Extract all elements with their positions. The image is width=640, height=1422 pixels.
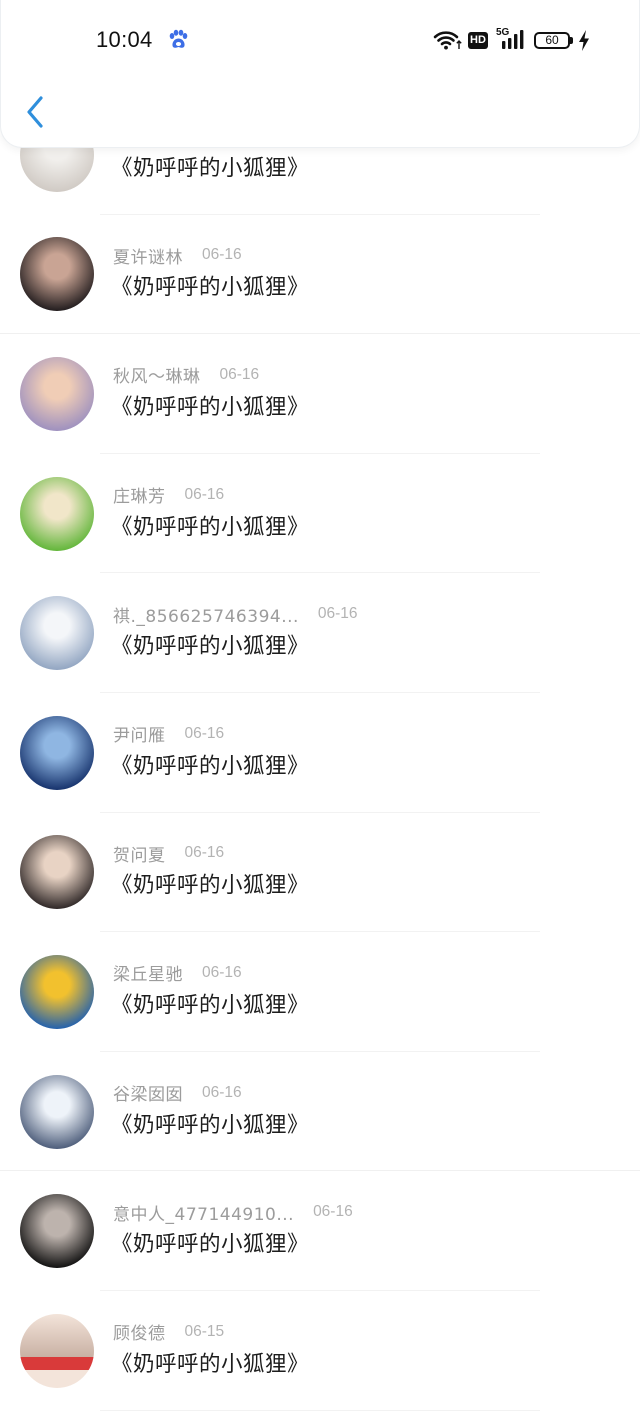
list-item[interactable]: 意中人_477144910... 06-16 《奶呼呼的小狐狸》: [0, 1171, 640, 1291]
work-title[interactable]: 《奶呼呼的小狐狸》: [111, 1231, 309, 1259]
screen: 10:04 HD 5G 60 《奶呼呼的小狐狸》 夏许谜林 06-16 《奶呼呼…: [0, 0, 640, 1422]
list-item[interactable]: 尹问雁 06-16 《奶呼呼的小狐狸》: [0, 693, 640, 813]
post-date: 06-16: [219, 365, 260, 383]
name-row: 谷梁囡囡 06-16: [113, 1082, 242, 1106]
name-row: 庄琳芳 06-16: [113, 484, 225, 508]
wifi-icon: [433, 31, 462, 50]
user-name: 庄琳芳: [113, 487, 166, 508]
avatar[interactable]: [20, 356, 94, 431]
list-item[interactable]: 顾俊德 06-15 《奶呼呼的小狐狸》: [0, 1291, 640, 1411]
user-name: 秋风～琳琳: [113, 367, 201, 388]
avatar[interactable]: [20, 1194, 94, 1269]
post-date: 06-16: [184, 844, 225, 862]
work-title[interactable]: 《奶呼呼的小狐狸》: [111, 1112, 309, 1140]
list-item[interactable]: 梁丘星驰 06-16 《奶呼呼的小狐狸》: [0, 932, 640, 1052]
post-date: 06-16: [202, 246, 242, 264]
name-row: 祺._856625746394... 06-16: [113, 603, 358, 627]
work-title[interactable]: 《奶呼呼的小狐狸》: [111, 394, 309, 422]
name-row: 顾俊德 06-15: [113, 1321, 225, 1345]
user-name: 意中人_477144910...: [113, 1204, 295, 1225]
message-list: 《奶呼呼的小狐狸》 夏许谜林 06-16 《奶呼呼的小狐狸》 秋风～琳琳 06-16 《奶呼…: [0, 95, 640, 1411]
post-date: 06-16: [317, 605, 358, 623]
post-date: 06-16: [313, 1203, 353, 1221]
post-date: 06-16: [202, 1083, 242, 1101]
avatar[interactable]: [20, 954, 94, 1029]
avatar[interactable]: [20, 715, 94, 790]
work-title[interactable]: 《奶呼呼的小狐狸》: [111, 872, 309, 900]
avatar[interactable]: [20, 1074, 94, 1149]
avatar[interactable]: [20, 835, 94, 910]
work-title[interactable]: 《奶呼呼的小狐狸》: [111, 1351, 309, 1379]
back-chevron-icon[interactable]: [23, 94, 49, 130]
avatar[interactable]: [20, 476, 94, 551]
user-name: 梁丘星驰: [113, 965, 183, 986]
list-item[interactable]: 贺问夏 06-16 《奶呼呼的小狐狸》: [0, 813, 640, 933]
avatar[interactable]: [20, 1313, 94, 1388]
avatar[interactable]: [20, 596, 94, 671]
battery-icon: 60: [534, 32, 570, 49]
name-row: 贺问夏 06-16: [113, 842, 225, 866]
post-date: 06-16: [184, 485, 225, 503]
list-item[interactable]: 秋风～琳琳 06-16 《奶呼呼的小狐狸》: [0, 334, 640, 454]
status-time: 10:04: [96, 27, 153, 52]
list-item[interactable]: 祺._856625746394... 06-16 《奶呼呼的小狐狸》: [0, 573, 640, 693]
divider: [100, 1409, 540, 1411]
user-name: 顾俊德: [113, 1324, 166, 1345]
user-name: 谷梁囡囡: [113, 1085, 183, 1106]
name-row: 秋风～琳琳 06-16: [113, 364, 260, 388]
user-name: 贺问夏: [113, 845, 166, 866]
name-row: 尹问雁 06-16: [113, 723, 225, 747]
user-name: 祺._856625746394...: [113, 606, 299, 627]
list-item[interactable]: 谷梁囡囡 06-16 《奶呼呼的小狐狸》: [0, 1052, 640, 1172]
user-name: 尹问雁: [113, 726, 166, 747]
charging-icon: [579, 30, 589, 51]
post-date: 06-15: [184, 1322, 225, 1340]
top-header: 10:04 HD 5G 60: [0, 0, 640, 148]
signal-icon: [502, 30, 524, 49]
avatar[interactable]: [20, 237, 94, 312]
list-item[interactable]: 庄琳芳 06-16 《奶呼呼的小狐狸》: [0, 454, 640, 574]
battery-cap: [570, 37, 573, 44]
work-title[interactable]: 《奶呼呼的小狐狸》: [111, 633, 309, 661]
name-row: 意中人_477144910... 06-16: [113, 1201, 353, 1225]
work-title[interactable]: 《奶呼呼的小狐狸》: [111, 992, 309, 1020]
post-date: 06-16: [202, 963, 242, 981]
list-item[interactable]: 夏许谜林 06-16 《奶呼呼的小狐狸》: [0, 215, 640, 335]
paw-icon: [169, 29, 188, 48]
post-date: 06-16: [184, 724, 225, 742]
work-title[interactable]: 《奶呼呼的小狐狸》: [111, 514, 309, 542]
work-title[interactable]: 《奶呼呼的小狐狸》: [111, 274, 309, 302]
hd-badge: HD: [468, 32, 488, 49]
name-row: 梁丘星驰 06-16: [113, 962, 242, 986]
name-row: 夏许谜林 06-16: [113, 244, 242, 268]
work-title[interactable]: 《奶呼呼的小狐狸》: [111, 753, 309, 781]
user-name: 夏许谜林: [113, 247, 183, 268]
work-title[interactable]: 《奶呼呼的小狐狸》: [111, 155, 309, 183]
